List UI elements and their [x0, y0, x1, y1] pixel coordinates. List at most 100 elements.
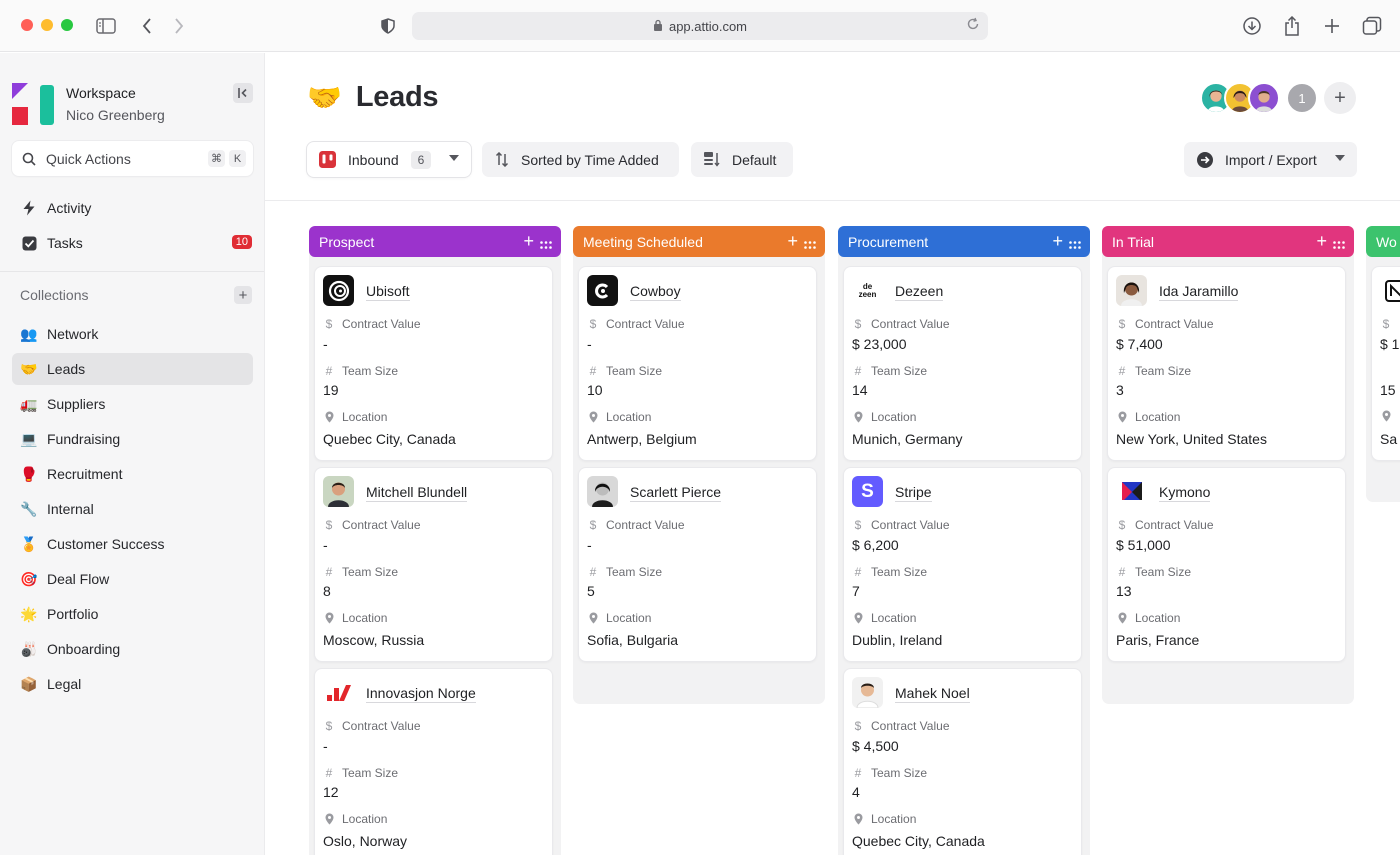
lead-card[interactable]: de zeen Dezeen $ Contract Value $ 23,000 … [844, 267, 1081, 460]
add-card-icon[interactable]: + [523, 232, 534, 250]
workspace-switcher[interactable]: Workspace Nico Greenberg [12, 81, 253, 127]
column-menu-icon[interactable] [540, 236, 552, 252]
contract-value[interactable]: $ 51,000 [1116, 537, 1171, 553]
contract-value[interactable]: - [323, 336, 328, 352]
reload-icon[interactable] [966, 17, 980, 34]
location-value[interactable]: Dublin, Ireland [852, 632, 942, 648]
lead-card[interactable]: S Stripe $ Contract Value $ 6,200 # Team S… [844, 468, 1081, 661]
sidebar-item-suppliers[interactable]: 🚛 Suppliers [12, 388, 253, 420]
view-selector[interactable]: Inbound 6 [307, 142, 471, 177]
sidebar-item-fundraising[interactable]: 💻 Fundraising [12, 423, 253, 455]
avatar[interactable] [1248, 82, 1280, 114]
team-size-value[interactable]: 15 [1380, 382, 1396, 398]
sidebar-item-onboarding[interactable]: 🎳 Onboarding [12, 633, 253, 665]
location-value[interactable]: Sa [1380, 431, 1397, 447]
add-card-icon[interactable]: + [1316, 232, 1327, 250]
team-size-value[interactable]: 8 [323, 583, 331, 599]
contract-value[interactable]: $ 23,000 [852, 336, 907, 352]
lead-card[interactable]: Ubisoft $ Contract Value - # Team Size 19 … [315, 267, 552, 460]
contract-value[interactable]: - [587, 537, 592, 553]
column-header[interactable]: In Trial + [1102, 226, 1354, 257]
location-value[interactable]: New York, United States [1116, 431, 1267, 447]
add-collaborator-button[interactable]: + [1324, 82, 1356, 114]
sidebar-item-recruitment[interactable]: 🥊 Recruitment [12, 458, 253, 490]
team-size-value[interactable]: 7 [852, 583, 860, 599]
team-size-value[interactable]: 4 [852, 784, 860, 800]
location-value[interactable]: Sofia, Bulgaria [587, 632, 678, 648]
team-size-value[interactable]: 19 [323, 382, 339, 398]
team-size-value[interactable]: 10 [587, 382, 603, 398]
team-size-value[interactable]: 12 [323, 784, 339, 800]
contract-value[interactable]: $ 1 [1380, 336, 1399, 352]
share-icon[interactable] [1280, 14, 1304, 38]
sidebar-item-tasks[interactable]: Tasks 10 [12, 227, 253, 259]
location-value[interactable]: Paris, France [1116, 632, 1199, 648]
card-title[interactable]: Kymono [1159, 484, 1211, 502]
lead-card[interactable]: Innovasjon Norge $ Contract Value - # Team… [315, 669, 552, 855]
contract-value[interactable]: - [587, 336, 592, 352]
team-size-value[interactable]: 13 [1116, 583, 1132, 599]
privacy-shield-icon[interactable] [376, 14, 400, 38]
tab-overview-icon[interactable] [1360, 14, 1384, 38]
card-title[interactable]: Mitchell Blundell [366, 484, 468, 502]
downloads-icon[interactable] [1240, 14, 1264, 38]
column-menu-icon[interactable] [1069, 236, 1081, 252]
location-value[interactable]: Moscow, Russia [323, 632, 424, 648]
sidebar-item-deal-flow[interactable]: 🎯 Deal Flow [12, 563, 253, 595]
location-value[interactable]: Oslo, Norway [323, 833, 407, 849]
add-card-icon[interactable]: + [1052, 232, 1063, 250]
column-menu-icon[interactable] [1333, 236, 1345, 252]
team-size-value[interactable]: 14 [852, 382, 868, 398]
team-size-value[interactable]: 5 [587, 583, 595, 599]
contract-value[interactable]: - [323, 738, 328, 754]
sidebar-item-leads[interactable]: 🤝 Leads [12, 353, 253, 385]
sidebar-item-portfolio[interactable]: 🌟 Portfolio [12, 598, 253, 630]
lead-card[interactable]: Mitchell Blundell $ Contract Value - # Tea… [315, 468, 552, 661]
column-header[interactable]: Prospect + [309, 226, 561, 257]
forward-icon[interactable] [167, 14, 191, 38]
contract-value[interactable]: $ 6,200 [852, 537, 899, 553]
maximize-window-button[interactable] [61, 19, 73, 31]
location-value[interactable]: Antwerp, Belgium [587, 431, 697, 447]
minimize-window-button[interactable] [41, 19, 53, 31]
column-menu-icon[interactable] [804, 236, 816, 252]
lead-card[interactable]: $ $ 1 15 Sa [1372, 267, 1400, 460]
column-header[interactable]: Meeting Scheduled + [573, 226, 825, 257]
sidebar-item-activity[interactable]: Activity [12, 192, 253, 224]
card-title[interactable]: Ubisoft [366, 283, 410, 301]
contract-value[interactable]: - [323, 537, 328, 553]
card-title[interactable]: Scarlett Pierce [630, 484, 722, 502]
new-tab-icon[interactable] [1320, 14, 1344, 38]
more-collaborators-badge[interactable]: 1 [1286, 82, 1318, 114]
default-view-button[interactable]: Default [691, 142, 793, 177]
import-export-button[interactable]: Import / Export [1184, 142, 1357, 177]
lead-card[interactable]: Ida Jaramillo $ Contract Value $ 7,400 # T… [1108, 267, 1345, 460]
card-title[interactable]: Mahek Noel [895, 685, 970, 703]
column-header[interactable]: Procurement + [838, 226, 1090, 257]
lead-card[interactable]: Scarlett Pierce $ Contract Value - # Team … [579, 468, 816, 661]
location-value[interactable]: Quebec City, Canada [323, 431, 456, 447]
contract-value[interactable]: $ 4,500 [852, 738, 899, 754]
lead-card[interactable]: Mahek Noel $ Contract Value $ 4,500 # Team… [844, 669, 1081, 855]
close-window-button[interactable] [21, 19, 33, 31]
collapse-sidebar-icon[interactable] [233, 83, 253, 103]
team-size-value[interactable]: 3 [1116, 382, 1124, 398]
add-collection-button[interactable]: + [234, 286, 252, 304]
lead-card[interactable]: Cowboy $ Contract Value - # Team Size 10 L… [579, 267, 816, 460]
sort-button[interactable]: Sorted by Time Added [482, 142, 679, 177]
collaborators[interactable]: 1 + [1200, 82, 1356, 114]
add-card-icon[interactable]: + [787, 232, 798, 250]
sidebar-item-network[interactable]: 👥 Network [12, 318, 253, 350]
card-title[interactable]: Innovasjon Norge [366, 685, 476, 703]
location-value[interactable]: Quebec City, Canada [852, 833, 985, 849]
address-bar[interactable]: app.attio.com [412, 12, 988, 40]
card-title[interactable]: Stripe [895, 484, 932, 502]
card-title[interactable]: Dezeen [895, 283, 944, 301]
lead-card[interactable]: Kymono $ Contract Value $ 51,000 # Team Si… [1108, 468, 1345, 661]
sidebar-toggle-icon[interactable] [94, 14, 118, 38]
column-header[interactable]: Wo [1366, 226, 1400, 257]
quick-actions-button[interactable]: Quick Actions ⌘ K [12, 141, 253, 176]
location-value[interactable]: Munich, Germany [852, 431, 962, 447]
contract-value[interactable]: $ 7,400 [1116, 336, 1163, 352]
sidebar-item-internal[interactable]: 🔧 Internal [12, 493, 253, 525]
